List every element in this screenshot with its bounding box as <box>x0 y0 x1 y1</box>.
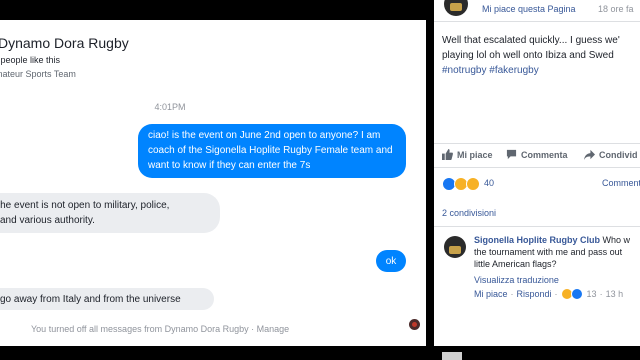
like-reaction-icon <box>570 288 583 300</box>
divider <box>434 143 640 144</box>
share-button-label: Condivid <box>599 149 638 160</box>
comment-text: Who w <box>600 235 631 245</box>
scrollbar-remnant <box>442 352 462 360</box>
page-likes: 4 people like this <box>0 55 61 65</box>
commenter-avatar[interactable] <box>444 236 466 258</box>
see-translation-link[interactable]: Visualizza traduzione <box>474 275 559 285</box>
separator: · <box>599 289 603 299</box>
post-timestamp[interactable]: 18 ore fa <box>598 4 634 14</box>
comment-reaction-count[interactable]: 13 <box>587 289 597 299</box>
seen-avatar-icon <box>409 319 420 330</box>
reaction-count[interactable]: 40 <box>484 178 494 188</box>
share-button[interactable]: Condivid <box>584 149 638 160</box>
comment-body: Sigonella Hoplite Rugby Club Who w the t… <box>474 234 640 270</box>
shares-count[interactable]: 2 condivisioni <box>442 208 496 218</box>
like-button[interactable]: Mi piace <box>442 149 493 160</box>
share-arrow-icon <box>584 149 595 160</box>
outgoing-message-ok: ok <box>376 250 406 272</box>
reaction-icons[interactable] <box>442 177 480 191</box>
conversation-page-name[interactable]: Dynamo Dora Rugby <box>0 35 129 51</box>
outgoing-message: ciao! is the event on June 2nd open to a… <box>138 124 406 178</box>
incoming-message: go away from Italy and from the universe <box>0 288 214 310</box>
divider <box>434 21 640 22</box>
post-text: Well that escalated quickly... I guess w… <box>442 33 640 78</box>
comment-like-link[interactable]: Mi piace <box>474 289 508 299</box>
separator: · <box>510 289 514 299</box>
message-line: The event is not open to military, polic… <box>0 200 170 211</box>
separator: · <box>554 289 558 299</box>
facebook-post-panel: Mi piace questa Pagina 18 ore fa Well th… <box>434 0 640 346</box>
commenter-name[interactable]: Sigonella Hoplite Rugby Club <box>474 235 600 245</box>
post-text-line: Well that escalated quickly... I guess w… <box>442 35 620 46</box>
comment-button[interactable]: Commenta <box>506 149 568 160</box>
divider <box>434 167 640 168</box>
like-page-link[interactable]: Mi piace questa Pagina <box>482 4 576 14</box>
comment-actions: Mi piace · Rispondi · 13 · 13 h <box>474 288 623 300</box>
time-divider: 4:01PM <box>154 102 186 112</box>
page-category: Amateur Sports Team <box>0 69 76 79</box>
comment-button-label: Commenta <box>521 149 568 160</box>
thumbs-up-icon <box>442 149 453 160</box>
blocked-messages-notice[interactable]: You turned off all messages from Dynamo … <box>31 324 289 334</box>
post-hashtags[interactable]: #notrugby #fakerugby <box>442 63 640 78</box>
comment-text: little American flags? <box>474 259 557 269</box>
comment-timestamp[interactable]: 13 h <box>606 289 624 299</box>
screenshot: Dynamo Dora Rugby 4 people like this Ama… <box>0 0 640 360</box>
comment-reply-link[interactable]: Rispondi <box>517 289 552 299</box>
messenger-panel: Dynamo Dora Rugby 4 people like this Ama… <box>0 20 426 346</box>
page-avatar[interactable] <box>444 0 468 16</box>
wow-reaction-icon <box>466 177 480 191</box>
comments-link[interactable]: Comment <box>602 178 640 188</box>
comment-text: the tournament with me and pass out <box>474 247 623 257</box>
post-text-line: playing lol oh well onto Ibiza and Swed <box>442 50 614 61</box>
incoming-message: The event is not open to military, polic… <box>0 193 220 233</box>
message-line: and various authority. <box>0 215 95 226</box>
like-button-label: Mi piace <box>457 149 493 160</box>
divider <box>434 226 640 227</box>
comment-icon <box>506 149 517 160</box>
